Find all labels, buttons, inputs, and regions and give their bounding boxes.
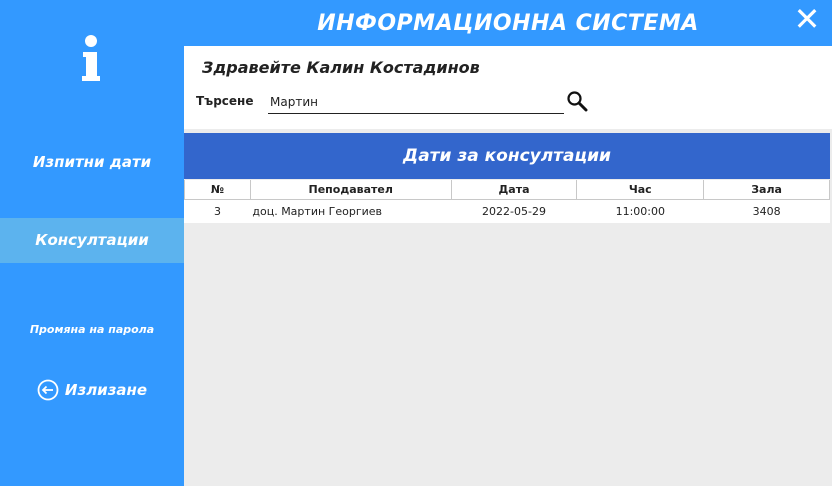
search-icon[interactable]	[566, 90, 588, 112]
header-area: Здравейте Калин Костадинов Търсене	[184, 46, 832, 129]
column-header-date[interactable]: Дата	[450, 180, 578, 200]
sidebar-item-change-password[interactable]: Промяна на парола	[0, 320, 184, 340]
column-header-teacher[interactable]: Пеподавател	[249, 180, 452, 200]
cell-hour: 11:00:00	[615, 204, 665, 218]
cell-date: 2022-05-29	[482, 204, 546, 218]
sidebar: Изпитни дати Консултации Промяна на паро…	[0, 0, 184, 486]
table-row[interactable]: 3 доц. Мартин Георгиев 2022-05-29 11:00:…	[185, 199, 830, 223]
main-panel: Здравейте Калин Костадинов Търсене Дати …	[184, 46, 832, 486]
cell-room: 3408	[752, 204, 781, 218]
column-header-number[interactable]: №	[184, 180, 251, 200]
cell-number: 3	[213, 204, 221, 218]
column-header-hour[interactable]: Час	[576, 180, 705, 200]
app-title: ИНФОРМАЦИОННА СИСТЕМА	[317, 10, 699, 36]
column-header-room[interactable]: Зала	[703, 180, 830, 200]
sidebar-item-exam-dates[interactable]: Изпитни дати	[0, 148, 184, 176]
logout-button[interactable]: Излизане	[0, 376, 184, 404]
logout-icon	[37, 379, 59, 401]
table-header-row: № Пеподавател Дата Час Зала	[184, 180, 830, 200]
search-label: Търсене	[196, 94, 254, 108]
search-input[interactable]	[268, 90, 564, 114]
close-button[interactable]: ✕	[790, 2, 824, 36]
sidebar-item-consultations[interactable]: Консултации	[0, 218, 184, 263]
cell-teacher: доц. Мартин Георгиев	[252, 204, 383, 218]
table-title: Дати за консултации	[184, 133, 830, 179]
greeting-text: Здравейте Калин Костадинов	[202, 58, 480, 77]
info-icon	[68, 32, 114, 86]
consultations-table: № Пеподавател Дата Час Зала 3 доц. Марти…	[184, 180, 830, 223]
logout-label: Излизане	[64, 381, 148, 399]
